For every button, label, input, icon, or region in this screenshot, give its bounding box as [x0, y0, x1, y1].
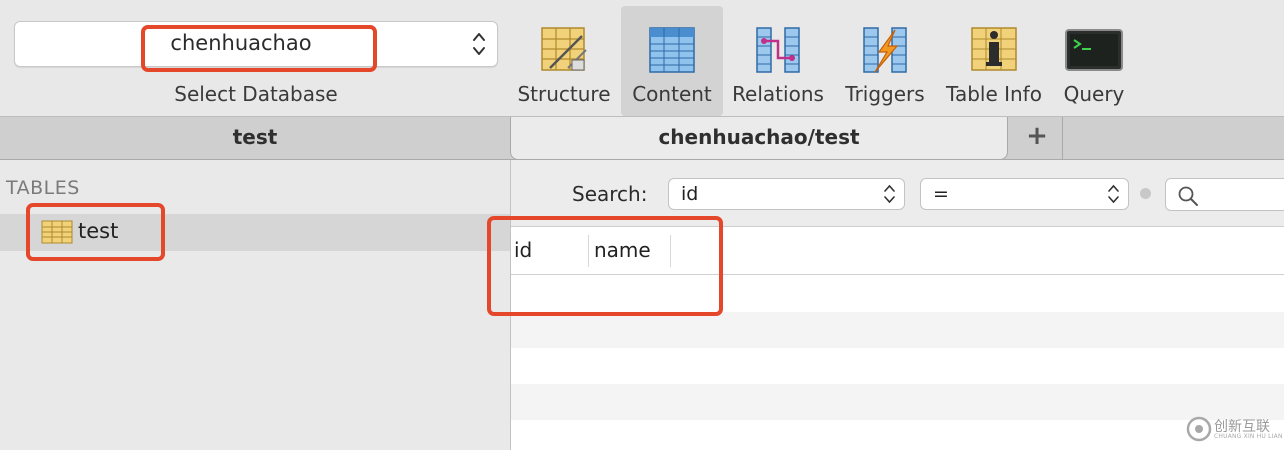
tool-query[interactable]: Query [1043, 6, 1145, 116]
tool-structure[interactable]: Structure [513, 6, 615, 116]
sidebar-table-name: test [78, 219, 119, 243]
column-header-id[interactable]: id [514, 238, 532, 262]
table-row[interactable] [511, 312, 1284, 348]
column-divider[interactable] [588, 235, 589, 267]
tables-header: TABLES [6, 177, 80, 199]
select-arrows-icon [473, 33, 485, 55]
tool-triggers-label: Triggers [845, 82, 925, 106]
table-row[interactable] [511, 276, 1284, 312]
query-icon [1065, 29, 1123, 71]
add-tab-button[interactable]: + [1010, 117, 1064, 159]
watermark-logo-icon [1186, 416, 1212, 442]
table-row[interactable] [511, 348, 1284, 384]
toolbar: chenhuachao Select Database Structure Co… [0, 0, 1284, 117]
select-database-caption: Select Database [174, 82, 338, 106]
sidebar: TABLES test [0, 160, 511, 450]
tool-content-label: Content [632, 82, 712, 106]
database-select-value: chenhuachao [170, 31, 312, 55]
watermark: 创新互联 CHUANG XIN HU LIAN [1186, 414, 1284, 444]
table-row[interactable] [511, 420, 1284, 450]
sidebar-table-test[interactable]: test [0, 214, 510, 251]
grid-header: id name [511, 227, 1284, 275]
column-divider[interactable] [670, 235, 671, 267]
search-label: Search: [572, 182, 648, 206]
tool-triggers[interactable]: Triggers [834, 6, 936, 116]
tool-relations-label: Relations [732, 82, 824, 106]
tab-bar: test chenhuachao/test + [0, 117, 1284, 160]
tab-test[interactable]: test [0, 117, 510, 159]
filter-bar: Search: id = [511, 160, 1284, 227]
triggers-icon [863, 27, 907, 73]
table-row[interactable] [511, 384, 1284, 420]
tool-content[interactable]: Content [621, 6, 723, 116]
filter-column-select[interactable]: id [668, 178, 905, 210]
select-arrows-icon [884, 184, 895, 204]
search-icon [1178, 186, 1198, 206]
filter-column-value: id [681, 183, 699, 205]
table-icon [41, 220, 73, 244]
filter-operator-select[interactable]: = [920, 178, 1129, 210]
filter-search-input[interactable] [1165, 178, 1284, 211]
tool-relations[interactable]: Relations [727, 6, 829, 116]
relations-icon [756, 27, 800, 73]
tool-query-label: Query [1063, 82, 1125, 106]
filter-operator-value: = [933, 183, 949, 205]
tool-table-info[interactable]: Table Info [943, 6, 1045, 116]
table-info-icon [971, 27, 1017, 71]
tab-chenhuachao-test[interactable]: chenhuachao/test [510, 117, 1008, 160]
content-pane: Search: id = id name [511, 160, 1284, 450]
tool-structure-label: Structure [517, 82, 611, 106]
column-header-name[interactable]: name [594, 238, 651, 262]
select-arrows-icon [1108, 184, 1119, 204]
structure-icon [541, 27, 587, 71]
content-icon [649, 27, 695, 73]
watermark-subtext: CHUANG XIN HU LIAN [1214, 433, 1283, 440]
tab-bar-spacer [1062, 117, 1284, 159]
filter-status-dot [1140, 188, 1151, 199]
database-select[interactable]: chenhuachao [14, 21, 498, 67]
